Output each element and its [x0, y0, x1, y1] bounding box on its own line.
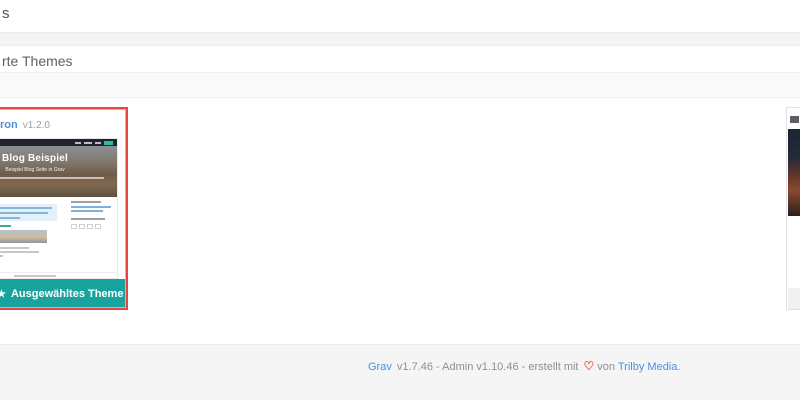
page-title: s [2, 5, 10, 22]
preview-footer-text-placeholder [14, 275, 56, 277]
preview-menu-placeholder [95, 142, 101, 144]
preview-hero-title: Blog Beispiel [0, 146, 117, 164]
preview-menu-placeholder [84, 142, 92, 144]
preview-sidebar-heading-placeholder [71, 201, 101, 203]
admin-footer: Grav v1.7.46 - Admin v1.10.46 - erstellt… [0, 344, 800, 400]
star-icon: ★ [0, 289, 6, 300]
preview-nav-button-placeholder [104, 141, 113, 145]
preview-pagination-placeholder [71, 224, 77, 229]
preview-menu-placeholder [75, 142, 81, 144]
preview-sidebar-link-placeholder [71, 210, 103, 212]
footer-credits: Grav v1.7.46 - Admin v1.10.46 - erstellt… [368, 359, 680, 373]
preview-footer [0, 272, 117, 279]
preview-text-placeholder [0, 217, 20, 219]
preview-text-placeholder [0, 247, 29, 249]
next-theme-card[interactable] [786, 107, 800, 310]
preview-pagination-placeholder [87, 224, 93, 229]
preview-text-placeholder [0, 207, 52, 209]
preview-info-box [0, 204, 57, 221]
section-heading-installed-themes: rte Themes [2, 53, 73, 69]
footer-version-text: v1.7.46 - Admin v1.10.46 - erstellt mit [397, 361, 579, 373]
preview-sidebar-link-placeholder [71, 206, 111, 208]
preview-hero-text-placeholder [0, 177, 104, 179]
theme-title-row: ron v1.2.0 [0, 119, 50, 131]
selected-theme-card[interactable]: ron v1.2.0 Blog Beispiel Beispiel Blog Se… [0, 107, 128, 310]
theme-preview-image: Blog Beispiel Beispiel Blog Seite in Gra… [0, 138, 118, 279]
preview-hero-subtitle: Beispiel Blog Seite in Grav [0, 167, 117, 173]
selected-theme-button-label: Ausgewähltes Theme [11, 288, 123, 300]
preview-text-placeholder [0, 251, 39, 253]
preview-hero: Blog Beispiel Beispiel Blog Seite in Gra… [0, 146, 117, 197]
preview-pagination-placeholder [95, 224, 101, 229]
preview-text-placeholder [0, 212, 48, 214]
theme-version: v1.2.0 [23, 120, 50, 131]
preview-blog-content [0, 197, 117, 272]
theme-name-link[interactable]: ron [0, 119, 18, 131]
preview-link-placeholder [0, 225, 11, 227]
grav-link[interactable]: Grav [368, 361, 392, 373]
next-theme-title-fragment [790, 116, 799, 123]
preview-text-placeholder [0, 255, 3, 257]
divider-band-top [0, 32, 800, 46]
selected-theme-button[interactable]: ★ Ausgewähltes Theme [0, 279, 125, 307]
preview-sidebar-heading-placeholder [71, 218, 105, 220]
next-theme-card-footer [788, 288, 800, 309]
heart-icon: ♡ [584, 359, 595, 373]
preview-navbar [0, 139, 117, 146]
footer-von-text: von [597, 361, 615, 373]
divider-band-below-heading [0, 72, 800, 98]
trilby-media-link[interactable]: Trilby Media. [618, 361, 681, 373]
next-theme-preview-image [788, 129, 800, 216]
preview-pagination-placeholder [79, 224, 85, 229]
preview-post-thumbnail [0, 230, 47, 243]
